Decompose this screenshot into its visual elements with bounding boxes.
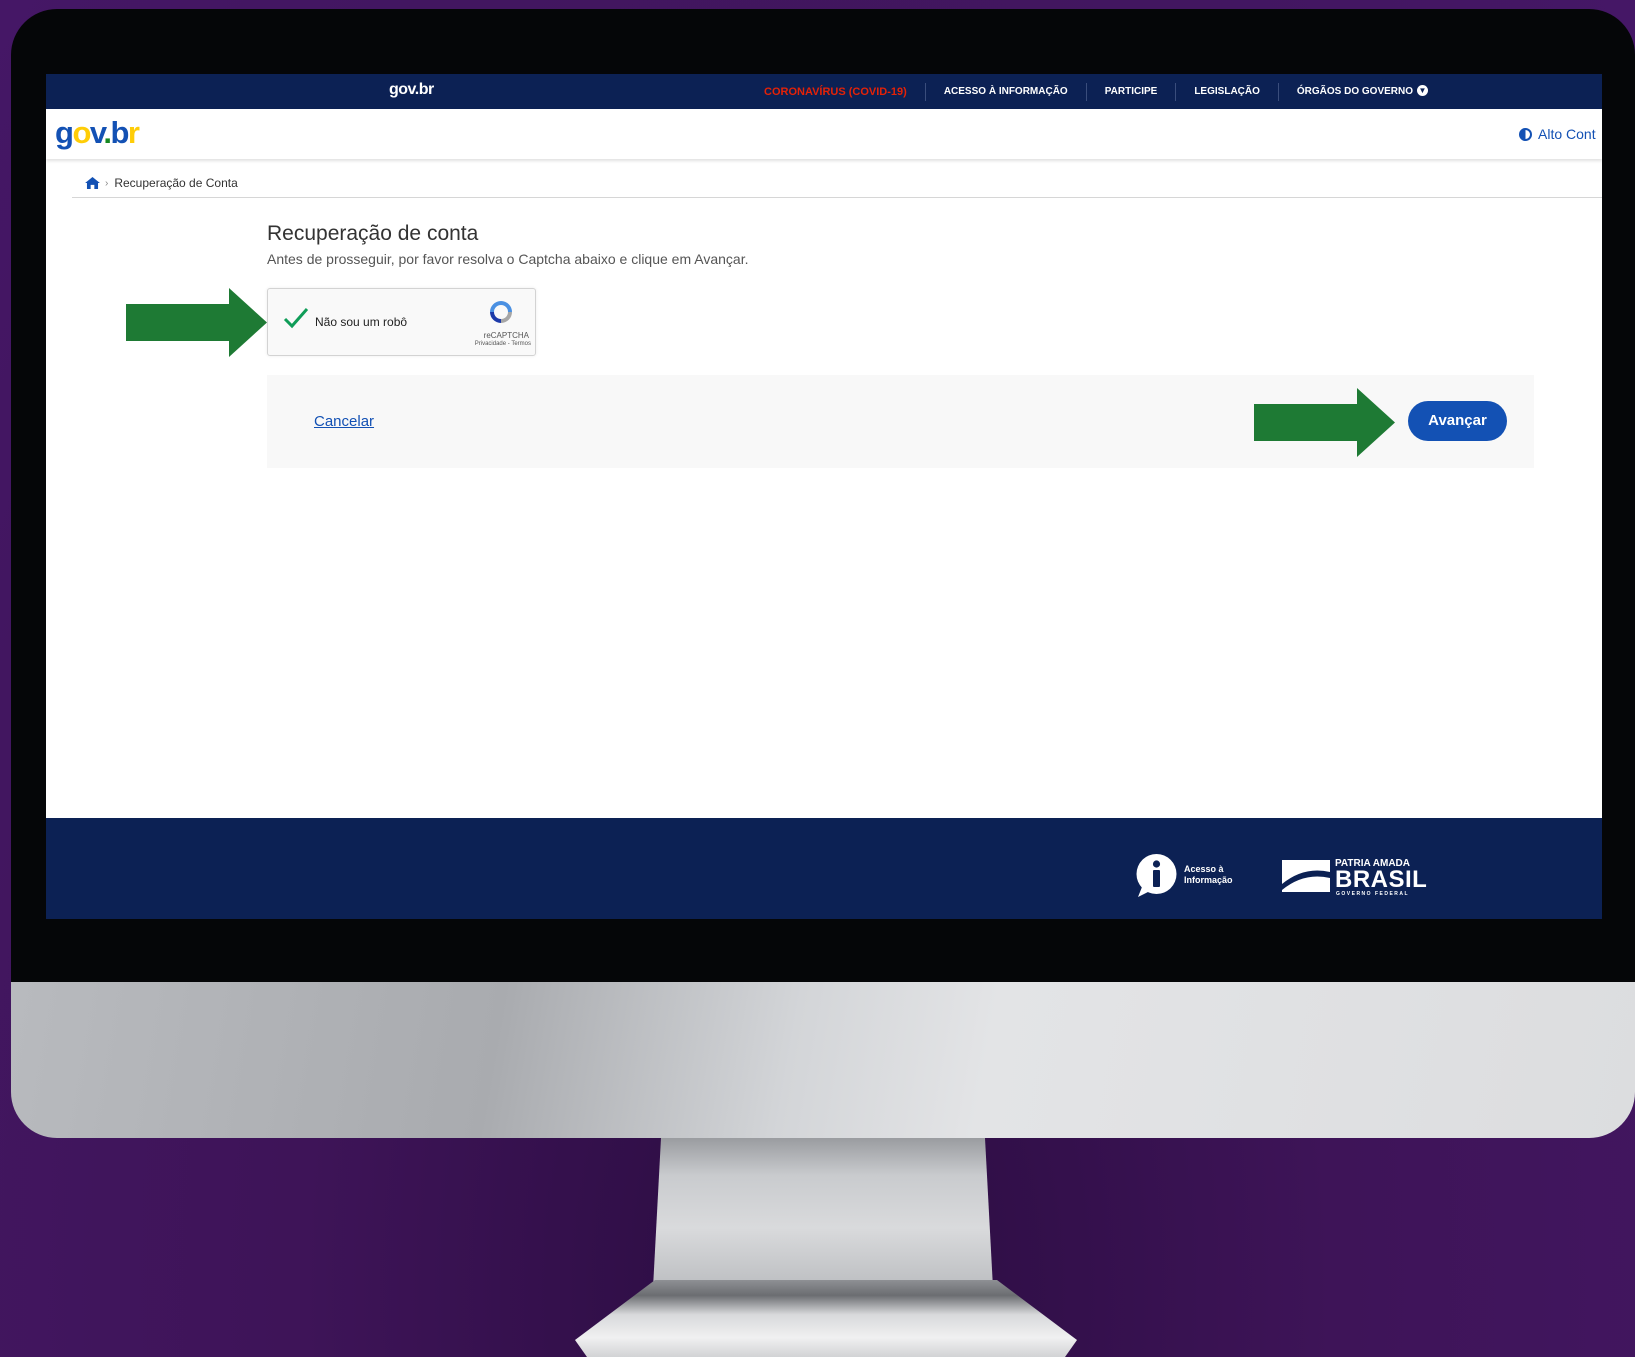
- nav-legislacao[interactable]: LEGISLAÇÃO: [1175, 82, 1278, 101]
- access-information-label[interactable]: Acesso à Informação: [1184, 864, 1233, 886]
- annotation-arrow-icon: [1254, 388, 1395, 457]
- logo-letter: b: [110, 115, 129, 150]
- monitor-stand-neck: [653, 1138, 993, 1288]
- high-contrast-label: Alto Cont: [1538, 126, 1596, 142]
- site-footer: Acesso à Informação PATRIA AMADA BRASIL …: [46, 818, 1602, 919]
- checkmark-icon[interactable]: [283, 307, 309, 329]
- recaptcha-privacy-terms[interactable]: Privacidade - Termos: [451, 341, 531, 347]
- topbar-govbr-logo[interactable]: gov.br: [389, 81, 434, 99]
- logo-letter: v: [89, 115, 105, 150]
- nav-orgaos-label: ÓRGÃOS DO GOVERNO: [1296, 85, 1414, 97]
- recaptcha-widget[interactable]: Não sou um robô reCAPTCHA Privacidade - …: [267, 288, 536, 356]
- high-contrast-toggle[interactable]: Alto Cont: [1519, 126, 1596, 142]
- brasil-text: BRASIL: [1335, 866, 1428, 893]
- logo-letter: r: [127, 115, 140, 150]
- breadcrumb: › Recuperação de Conta: [72, 169, 1602, 198]
- site-header: gov.br Alto Cont: [46, 109, 1602, 159]
- recaptcha-brand: reCAPTCHA: [483, 331, 529, 340]
- monitor-chin: [11, 982, 1635, 1138]
- chevron-down-icon: ▼: [1417, 85, 1429, 97]
- recaptcha-logo-icon: [490, 301, 512, 323]
- access-info-line: Acesso à: [1184, 864, 1224, 874]
- access-info-line: Informação: [1184, 875, 1233, 885]
- page-title: Recuperação de conta: [267, 222, 479, 245]
- nav-participe[interactable]: PARTICIPE: [1085, 82, 1176, 101]
- nav-orgaos-governo[interactable]: ÓRGÃOS DO GOVERNO ▼: [1277, 82, 1446, 101]
- topbar-nav: CORONAVÍRUS (COVID-19) ACESSO À INFORMAÇ…: [746, 74, 1446, 109]
- annotation-arrow-icon: [126, 288, 267, 357]
- home-icon[interactable]: [85, 177, 100, 189]
- govbr-logo[interactable]: gov.br: [55, 115, 140, 151]
- cancel-link[interactable]: Cancelar: [314, 413, 374, 430]
- breadcrumb-separator-icon: ›: [105, 177, 109, 189]
- page-instructions: Antes de prosseguir, por favor resolva o…: [267, 251, 749, 267]
- government-topbar: gov.br CORONAVÍRUS (COVID-19) ACESSO À I…: [46, 74, 1602, 109]
- contrast-icon: [1519, 128, 1532, 141]
- governo-federal-text: GOVERNO FEDERAL: [1336, 891, 1410, 897]
- logo-letter: g: [55, 115, 74, 150]
- nav-covid[interactable]: CORONAVÍRUS (COVID-19): [746, 83, 925, 101]
- nav-acesso-informacao[interactable]: ACESSO À INFORMAÇÃO: [924, 82, 1086, 101]
- logo-letter: o: [72, 115, 91, 150]
- next-button[interactable]: Avançar: [1408, 401, 1507, 441]
- main-content: Recuperação de conta Antes de prosseguir…: [267, 222, 748, 267]
- breadcrumb-current: Recuperação de Conta: [114, 176, 238, 190]
- access-information-icon[interactable]: [1134, 853, 1179, 898]
- monitor-stand-foot: [575, 1280, 1077, 1357]
- captcha-label: Não sou um robô: [315, 315, 408, 329]
- monitor-screen: gov.br CORONAVÍRUS (COVID-19) ACESSO À I…: [46, 74, 1602, 919]
